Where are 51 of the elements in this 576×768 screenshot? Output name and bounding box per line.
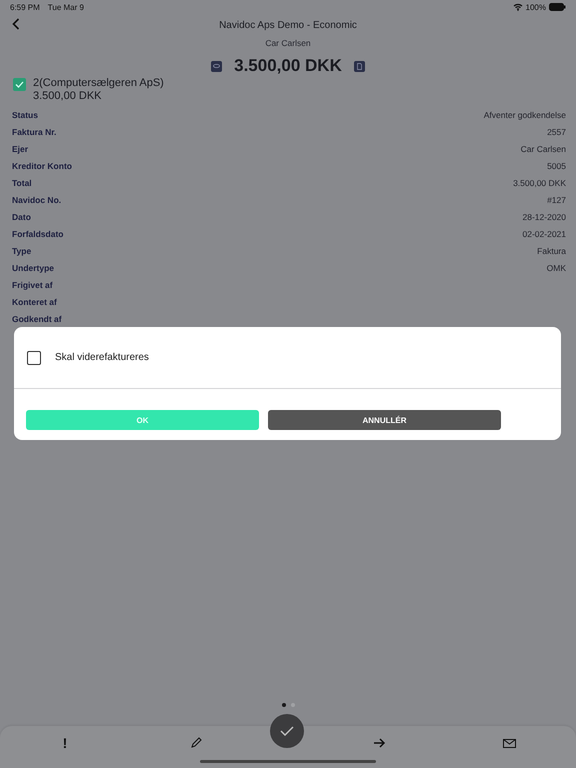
detail-label: Forfaldsdato (12, 228, 64, 238)
detail-value: 5005 (547, 160, 566, 170)
detail-label: Total (12, 178, 32, 188)
wifi-icon (512, 3, 523, 11)
checkbox-label: Skal viderefaktureres (55, 352, 149, 363)
detail-value: 2557 (547, 126, 566, 136)
detail-label: Kreditor Konto (12, 160, 72, 170)
status-date: Tue Mar 9 (48, 2, 84, 12)
account-amount: 3.500,00 DKK (33, 90, 102, 103)
chevron-left-icon (12, 18, 20, 30)
detail-value: Car Carlsen (520, 144, 566, 154)
check-icon (15, 81, 24, 88)
detail-label: Faktura Nr. (12, 126, 56, 136)
view-button[interactable] (211, 60, 222, 72)
pencil-icon (190, 737, 202, 749)
detail-value: #127 (547, 194, 566, 204)
detail-label: Dato (12, 212, 31, 222)
detail-label: Konteret af (12, 296, 57, 306)
detail-label: Godkendt af (12, 314, 62, 324)
envelope-icon (502, 738, 516, 748)
detail-label: Type (12, 246, 32, 256)
approve-button[interactable] (270, 714, 304, 748)
page-dot[interactable] (282, 702, 286, 706)
detail-value: 3.500,00 DKK (513, 178, 566, 188)
detail-label: Frigivet af (12, 280, 53, 290)
checkbox[interactable] (27, 350, 41, 364)
eye-icon (213, 64, 220, 68)
page-title: Navidoc Aps Demo - Economic (219, 19, 357, 32)
detail-value: Faktura (537, 246, 566, 256)
document-button[interactable] (354, 60, 365, 72)
detail-label: Navidoc No. (12, 194, 62, 204)
battery-level: 100% (526, 2, 546, 12)
cancel-button[interactable]: ANNULLÉR (268, 410, 501, 430)
arrow-right-icon (372, 738, 386, 748)
status-time: 6:59 PM (10, 2, 40, 12)
detail-value: 28-12-2020 (522, 212, 566, 222)
document-icon (356, 62, 362, 70)
detail-value: Afventer godkendelse (484, 110, 566, 120)
detail-value: OMK (546, 262, 566, 272)
detail-label: Ejer (12, 144, 28, 154)
page-subtitle: Car Carlsen (265, 38, 311, 48)
back-button[interactable] (12, 18, 20, 30)
account-name: 2(Computersælgeren ApS) (33, 77, 164, 90)
amount-total: 3.500,00 DKK (234, 56, 342, 76)
battery-icon (549, 3, 566, 11)
checkbox[interactable] (13, 78, 26, 91)
detail-label: Undertype (12, 262, 54, 272)
detail-label: Status (12, 110, 38, 120)
alert-button[interactable]: ! (56, 734, 74, 752)
check-icon (280, 726, 294, 736)
detail-value: 02-02-2021 (522, 228, 566, 238)
